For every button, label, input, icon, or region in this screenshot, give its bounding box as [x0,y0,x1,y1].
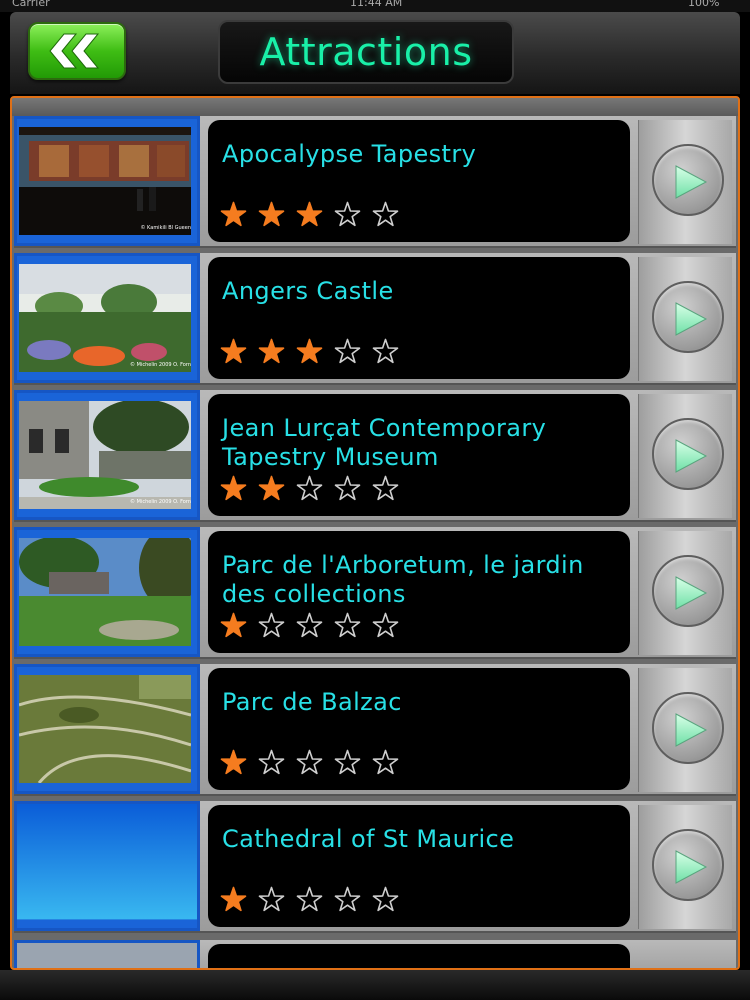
list-item[interactable]: Parc de l'Arboretum, le jardin des colle… [14,527,736,659]
attraction-info-panel[interactable]: Cathedral of St Maurice [208,805,630,927]
open-detail-button[interactable] [638,257,732,381]
star-empty-icon [372,475,399,501]
attraction-name: Parc de l'Arboretum, le jardin des colle… [222,551,584,608]
star-empty-icon [372,338,399,364]
open-detail-button[interactable] [638,531,732,655]
bottom-bar [0,970,750,1000]
attraction-info-panel[interactable]: Parc de l'Arboretum, le jardin des colle… [208,531,630,653]
star-filled-icon [220,475,247,501]
photo-credit: © Michelin 2009 O. Forn [130,499,191,505]
attraction-name: Apocalypse Tapestry [222,140,477,168]
star-empty-icon [334,886,361,912]
list-item[interactable]: © Kamikili Bl Gueen Apocalypse Tapestry [14,116,736,248]
attractions-list[interactable]: © Kamikili Bl Gueen Apocalypse Tapestry © … [10,96,740,970]
open-detail-button[interactable] [638,668,732,792]
attraction-info-panel[interactable]: Apocalypse Tapestry [208,120,630,242]
thumbnail-partial [14,940,200,968]
play-arrow-button[interactable] [652,555,724,627]
attraction-info-panel[interactable]: Jean Lurçat Contemporary Tapestry Museum [208,394,630,516]
star-empty-icon [258,612,285,638]
star-empty-icon [334,475,361,501]
star-empty-icon [258,886,285,912]
play-arrow-icon [675,576,708,610]
play-arrow-icon [675,439,708,473]
star-rating [220,612,399,639]
star-filled-icon [220,338,247,364]
list-item[interactable]: Parc de Balzac [14,664,736,796]
star-filled-icon [220,201,247,227]
star-empty-icon [296,612,323,638]
photo-credit: © Kamikili Bl Gueen [140,225,191,231]
status-bar: Carrier 11:44 AM 100% [0,0,750,12]
star-filled-icon [258,201,285,227]
star-empty-icon [296,886,323,912]
open-detail-button[interactable] [638,805,732,929]
star-filled-icon [220,886,247,912]
star-rating [220,475,399,502]
battery-label: 100% [688,0,720,9]
star-empty-icon [334,338,361,364]
star-rating [220,201,399,228]
list-item-partial[interactable] [14,940,736,968]
attraction-name: Cathedral of St Maurice [222,825,515,853]
carrier-label: Carrier [12,0,50,9]
photo-credit: © Michelin 2009 O. Forn [130,362,191,368]
star-rating [220,338,399,365]
play-arrow-button[interactable] [652,692,724,764]
chevron-left-icon [71,33,100,69]
star-empty-icon [334,612,361,638]
star-empty-icon [372,612,399,638]
attraction-thumbnail[interactable] [14,527,200,657]
attraction-thumbnail[interactable]: © Michelin 2009 O. Forn [14,253,200,383]
star-filled-icon [258,338,285,364]
attraction-info-panel[interactable]: Parc de Balzac [208,668,630,790]
star-filled-icon [296,338,323,364]
star-filled-icon [220,749,247,775]
attraction-thumbnail[interactable] [14,664,200,794]
play-arrow-icon [675,850,708,884]
open-detail-button[interactable] [638,120,732,244]
star-empty-icon [372,749,399,775]
back-button[interactable] [28,22,126,80]
attraction-thumbnail[interactable]: © Kamikili Bl Gueen [14,116,200,246]
navigation-bar: Attractions [10,12,740,94]
page-title: Attractions [259,30,473,74]
star-rating [220,749,399,776]
star-rating [220,886,399,913]
star-empty-icon [296,475,323,501]
star-filled-icon [258,475,285,501]
star-empty-icon [372,201,399,227]
attraction-thumbnail[interactable]: © Michelin 2009 O. Forn [14,390,200,520]
star-filled-icon [296,201,323,227]
info-panel-partial [208,944,630,968]
attraction-name: Parc de Balzac [222,688,402,716]
play-arrow-icon [675,165,708,199]
open-detail-button[interactable] [638,394,732,518]
title-box: Attractions [218,20,514,84]
star-filled-icon [220,612,247,638]
list-item[interactable]: © Michelin 2009 O. Forn Jean Lurçat Conte… [14,390,736,522]
attraction-info-panel[interactable]: Angers Castle [208,257,630,379]
list-item[interactable]: Cathedral of St Maurice [14,801,736,933]
list-header-strip [12,98,738,116]
play-arrow-button[interactable] [652,144,724,216]
star-empty-icon [296,749,323,775]
list-item[interactable]: © Michelin 2009 O. Forn Angers Castle [14,253,736,385]
star-empty-icon [372,886,399,912]
status-time: 11:44 AM [350,0,403,9]
star-empty-icon [334,749,361,775]
star-empty-icon [334,201,361,227]
attraction-name: Angers Castle [222,277,394,305]
play-arrow-icon [675,302,708,336]
play-arrow-button[interactable] [652,281,724,353]
attraction-name: Jean Lurçat Contemporary Tapestry Museum [222,414,547,471]
play-arrow-button[interactable] [652,829,724,901]
attraction-thumbnail[interactable] [14,801,200,931]
play-arrow-button[interactable] [652,418,724,490]
play-arrow-icon [675,713,708,747]
star-empty-icon [258,749,285,775]
